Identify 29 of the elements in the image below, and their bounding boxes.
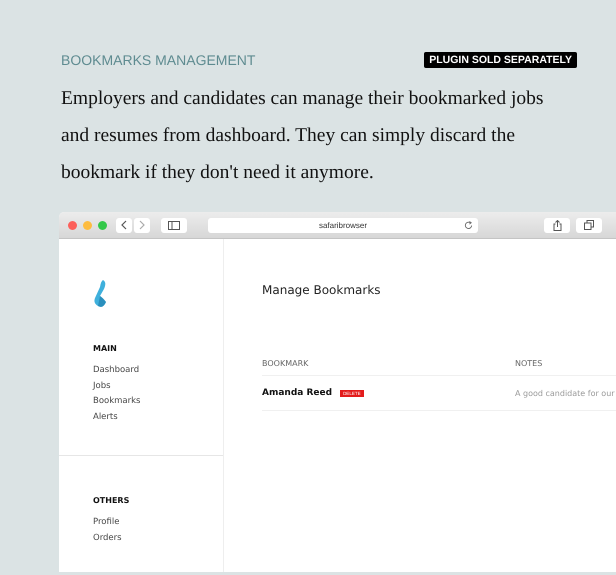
share-icon	[552, 220, 562, 230]
column-header: NOTES	[515, 359, 542, 368]
page-title: Manage Bookmarks	[262, 283, 382, 297]
chevron-left-icon	[121, 220, 127, 230]
sidebar-link[interactable]: Jobs	[93, 378, 223, 394]
description-paragraph: Employers and candidates can manage their bookmarked jobs and resumes from dashboard. They can simply discard the bookmark if they don't need it anymore.	[61, 87, 544, 185]
bookmark-name: Amanda Reed	[262, 388, 332, 398]
plugin-badge: PLUGIN SOLD SEPARATELY	[424, 52, 577, 68]
sidebar-link[interactable]: Profile	[93, 515, 223, 530]
sidebar-link[interactable]: Alerts	[93, 410, 223, 425]
sidebar-link[interactable]: Dashboard	[93, 363, 223, 378]
url-text: safaribrowser	[318, 220, 367, 230]
sidebar-toggle-button[interactable]	[161, 218, 187, 232]
sidebar-heading: MAIN	[93, 344, 118, 353]
notes-text: A good candidate for our	[515, 388, 615, 398]
back-button[interactable]	[116, 218, 132, 232]
tabs-button[interactable]	[576, 218, 602, 232]
logo-icon	[93, 279, 109, 309]
sidebar-heading: OTHERS	[93, 496, 130, 505]
sidebar-icon	[168, 220, 180, 230]
sidebar-link[interactable]: Orders	[93, 530, 223, 546]
reload-icon[interactable]	[464, 220, 473, 230]
share-button[interactable]	[544, 218, 570, 232]
sidebar-link[interactable]: Bookmarks	[93, 394, 223, 410]
section-heading: BOOKMARKS MANAGEMENT	[61, 52, 256, 68]
column-header: BOOKMARK	[262, 359, 310, 368]
tabs-icon	[584, 220, 594, 230]
chevron-right-icon	[139, 220, 145, 230]
address-bar[interactable]: safaribrowser	[208, 218, 478, 232]
